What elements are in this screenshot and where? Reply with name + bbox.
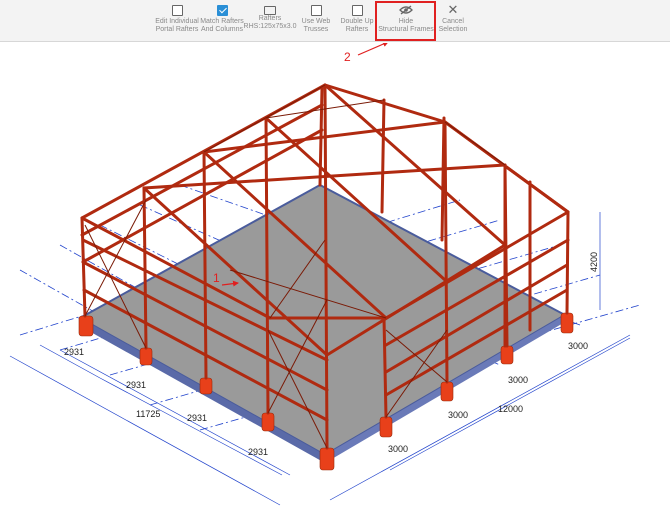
dim-right-4: 3000	[388, 444, 408, 454]
dim-right-1: 3000	[568, 341, 588, 351]
double-up-rafters-toggle[interactable]: Double Up Rafters	[338, 3, 376, 41]
rafters-section-button[interactable]: Rafters RHS:125x75x3.0	[244, 3, 296, 41]
callout-two-arrow	[357, 43, 389, 56]
dim-height: 4200	[589, 252, 599, 272]
double-up-checkbox[interactable]	[351, 4, 363, 16]
edit-individual-label: Edit Individual Portal Rafters	[155, 18, 199, 33]
3d-viewport[interactable]: 1 2931 2931 11725 2931 2931 3000 3000 30…	[0, 43, 670, 511]
match-rafters-toggle[interactable]: Match Rafters And Columns	[199, 3, 245, 41]
dim-left-total: 11725	[136, 409, 160, 419]
hide-frames-highlight-box	[375, 1, 436, 41]
dim-left-3: 2931	[187, 413, 207, 423]
match-rafters-label: Match Rafters And Columns	[200, 18, 244, 33]
close-icon: ✕	[447, 2, 459, 17]
rafters-section-label: Rafters RHS:125x75x3.0	[243, 15, 297, 30]
web-trusses-label: Use Web Trusses	[301, 18, 331, 33]
edit-individual-checkbox[interactable]	[171, 4, 183, 16]
dim-left-2: 2931	[126, 380, 146, 390]
cancel-selection-label: Cancel Selection	[438, 18, 468, 33]
dim-left-4: 2931	[248, 447, 268, 457]
dim-right-total: 12000	[498, 404, 523, 414]
use-web-trusses-toggle[interactable]: Use Web Trusses	[298, 3, 334, 41]
rafter-section-icon	[264, 5, 276, 15]
dim-left-1: 2931	[64, 347, 84, 357]
callout-one: 1	[213, 271, 220, 285]
double-up-label: Double Up Rafters	[340, 18, 374, 33]
edit-individual-rafters-toggle[interactable]: Edit Individual Portal Rafters	[153, 3, 201, 41]
toolbar: Edit Individual Portal Rafters Match Raf…	[0, 0, 670, 42]
cancel-selection-button[interactable]: ✕ Cancel Selection	[436, 3, 470, 41]
dim-right-3: 3000	[448, 410, 468, 420]
match-rafters-checkbox[interactable]	[216, 4, 228, 16]
web-trusses-checkbox[interactable]	[310, 4, 322, 16]
dim-right-2: 3000	[508, 375, 528, 385]
